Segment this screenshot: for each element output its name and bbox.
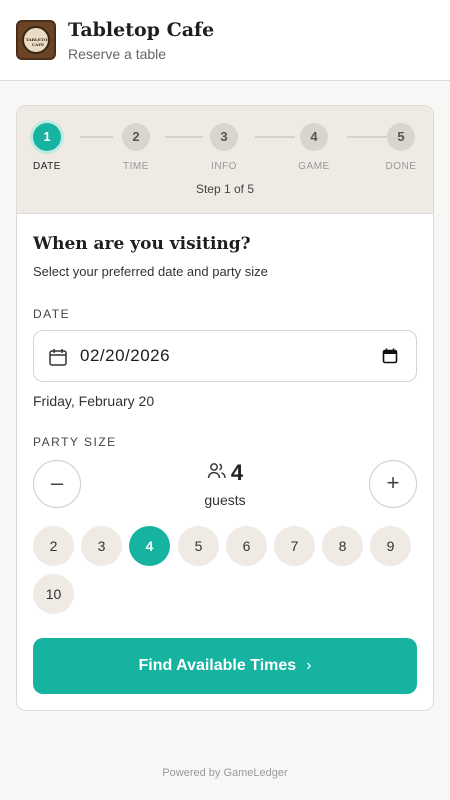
decrement-button[interactable]: – — [33, 460, 81, 508]
party-size-option-selected[interactable]: 4 — [129, 526, 170, 566]
party-size-option[interactable]: 3 — [81, 526, 122, 566]
step-date: 1 DATE — [17, 123, 77, 172]
date-label: DATE — [33, 307, 71, 321]
party-size-option[interactable]: 8 — [322, 526, 363, 566]
app-subtitle: Reserve a table — [68, 46, 167, 62]
party-size-option[interactable]: 5 — [178, 526, 219, 566]
step-game: 4 GAME — [284, 123, 344, 172]
people-icon — [207, 462, 227, 485]
party-size-option[interactable]: 9 — [370, 526, 411, 566]
party-size-option[interactable]: 7 — [274, 526, 315, 566]
step-label: TIME — [123, 161, 149, 172]
calendar-icon — [48, 347, 68, 372]
step-number: 4 — [300, 123, 328, 151]
step-number: 5 — [387, 123, 415, 151]
party-size-option[interactable]: 6 — [226, 526, 267, 566]
form-subtitle: Select your preferred date and party siz… — [33, 264, 268, 279]
guest-count-unit: guests — [204, 492, 246, 508]
step-time: 2 TIME — [106, 123, 166, 172]
chevron-right-icon: › — [306, 657, 312, 674]
find-times-label: Find Available Times — [138, 657, 297, 674]
step-number: 3 — [210, 123, 238, 151]
party-size-option[interactable]: 2 — [33, 526, 74, 566]
step-label: DATE — [33, 161, 61, 172]
app-title: Tabletop Cafe — [68, 19, 215, 41]
step-info: 3 INFO — [194, 123, 254, 172]
calendar-picker-icon[interactable] — [382, 348, 398, 369]
step-done: 5 DONE — [371, 123, 431, 172]
date-input[interactable]: 02/20/2026 — [33, 330, 417, 382]
progress-stepper: 1 DATE 2 TIME 3 INFO 4 GAME 5 DONE Step … — [17, 106, 433, 214]
step-label: INFO — [211, 161, 237, 172]
party-size-label: PARTY SIZE — [33, 435, 117, 449]
increment-button[interactable]: + — [369, 460, 417, 508]
step-number: 2 — [122, 123, 150, 151]
cafe-logo: TABLETOP CAFE — [16, 20, 56, 60]
party-size-option[interactable]: 10 — [33, 574, 74, 614]
date-value: 02/20/2026 — [80, 346, 171, 365]
guest-count-value: 4 — [230, 460, 244, 485]
find-times-button[interactable]: Find Available Times › — [33, 638, 417, 694]
app-header: TABLETOP CAFE Tabletop Cafe Reserve a ta… — [0, 0, 450, 81]
date-readable: Friday, February 20 — [33, 393, 155, 409]
logo-text: TABLETOP CAFE — [25, 37, 51, 47]
step-number: 1 — [33, 123, 61, 151]
powered-by: Powered by GameLedger — [162, 767, 288, 779]
form-title: When are you visiting? — [33, 234, 251, 254]
reservation-card: 1 DATE 2 TIME 3 INFO 4 GAME 5 DONE Step … — [16, 105, 434, 711]
step-progress-text: Step 1 of 5 — [195, 182, 255, 196]
guest-count: 4 guests — [177, 460, 273, 508]
step-label: DONE — [385, 161, 417, 172]
step-label: GAME — [298, 161, 330, 172]
